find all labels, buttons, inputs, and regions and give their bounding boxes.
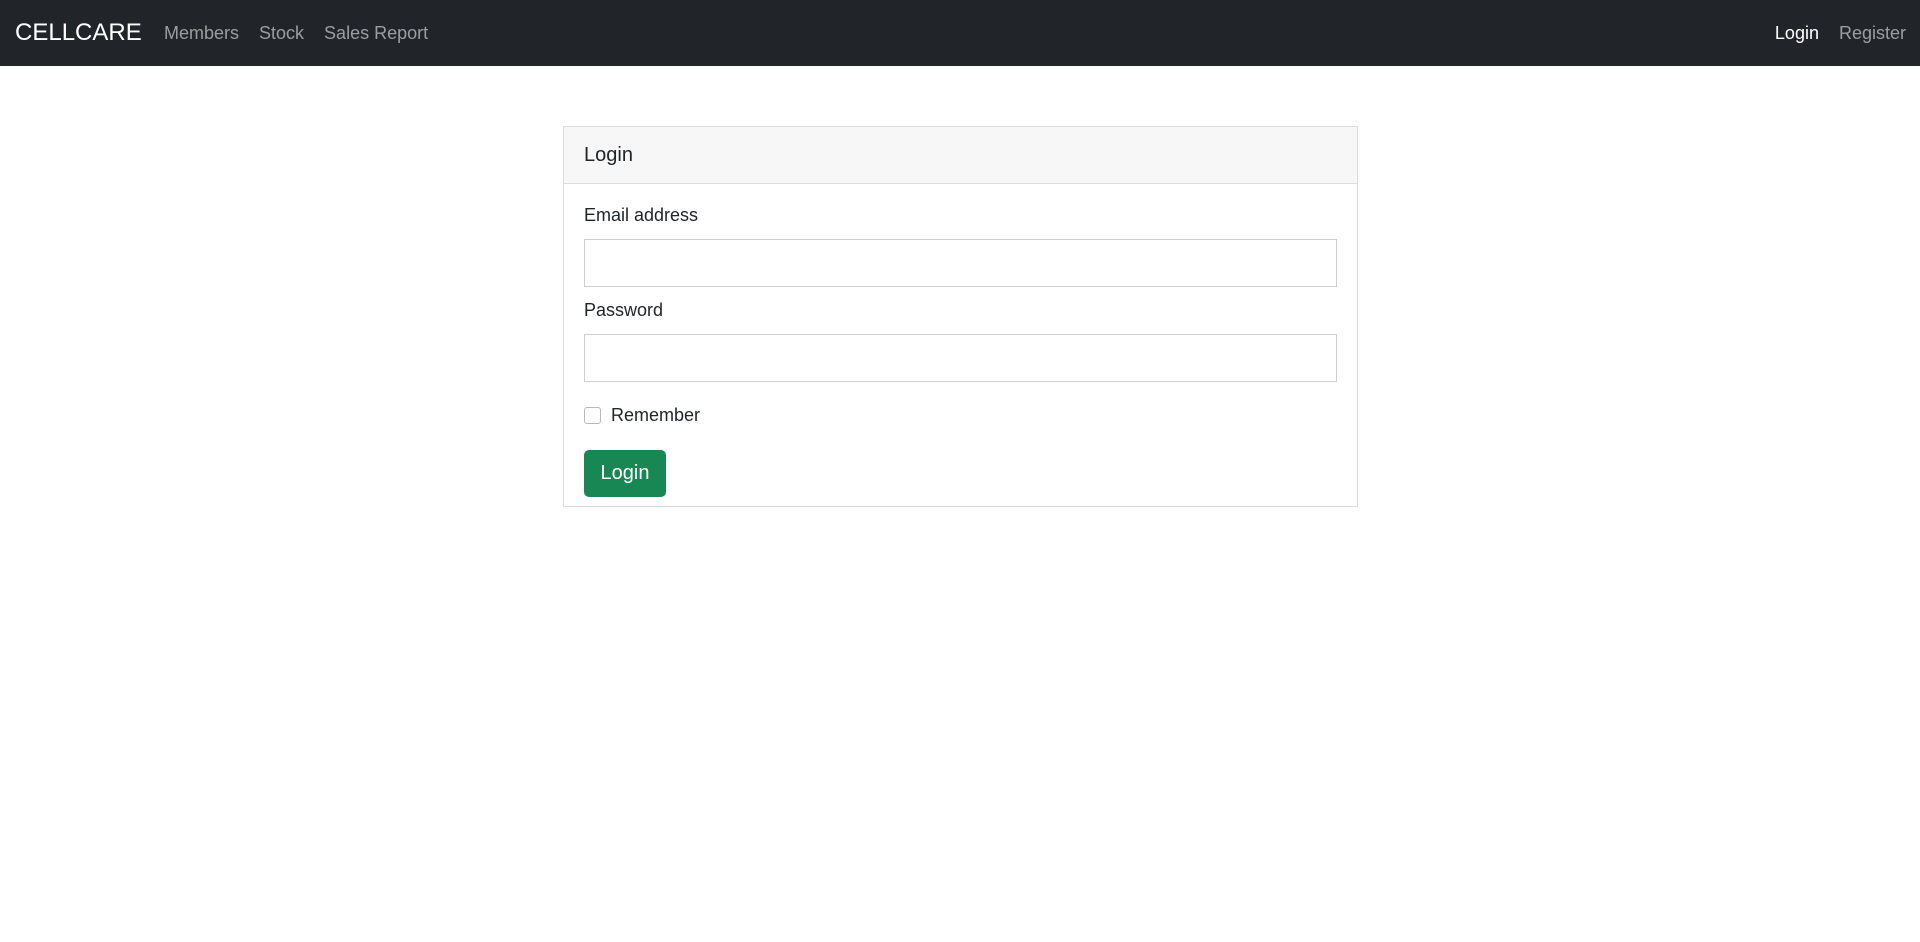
nav-right-links: Login Register [1755, 22, 1906, 44]
top-navbar: CELLCARE Members Stock Sales Report Logi… [0, 0, 1920, 66]
nav-sales-report-link[interactable]: Sales Report [324, 22, 428, 44]
login-submit-button[interactable]: Login [584, 450, 666, 497]
login-form: Email address Password Remember Login [564, 184, 1357, 497]
brand-logo[interactable]: CELLCARE [15, 18, 142, 48]
login-card-header: Login [564, 127, 1357, 184]
password-input[interactable] [584, 334, 1337, 382]
nav-login-link[interactable]: Login [1775, 22, 1819, 44]
password-label: Password [584, 300, 664, 320]
email-label: Email address [584, 205, 699, 225]
remember-row: Remember [584, 404, 1337, 426]
nav-register-link[interactable]: Register [1839, 22, 1906, 44]
remember-checkbox[interactable] [584, 406, 601, 424]
nav-left-links: Members Stock Sales Report [164, 22, 448, 44]
email-input[interactable] [584, 239, 1337, 287]
login-card: Login Email address Password Remember Lo… [563, 126, 1358, 507]
nav-members-link[interactable]: Members [164, 22, 239, 44]
remember-label[interactable]: Remember [611, 404, 700, 426]
nav-stock-link[interactable]: Stock [259, 22, 304, 44]
